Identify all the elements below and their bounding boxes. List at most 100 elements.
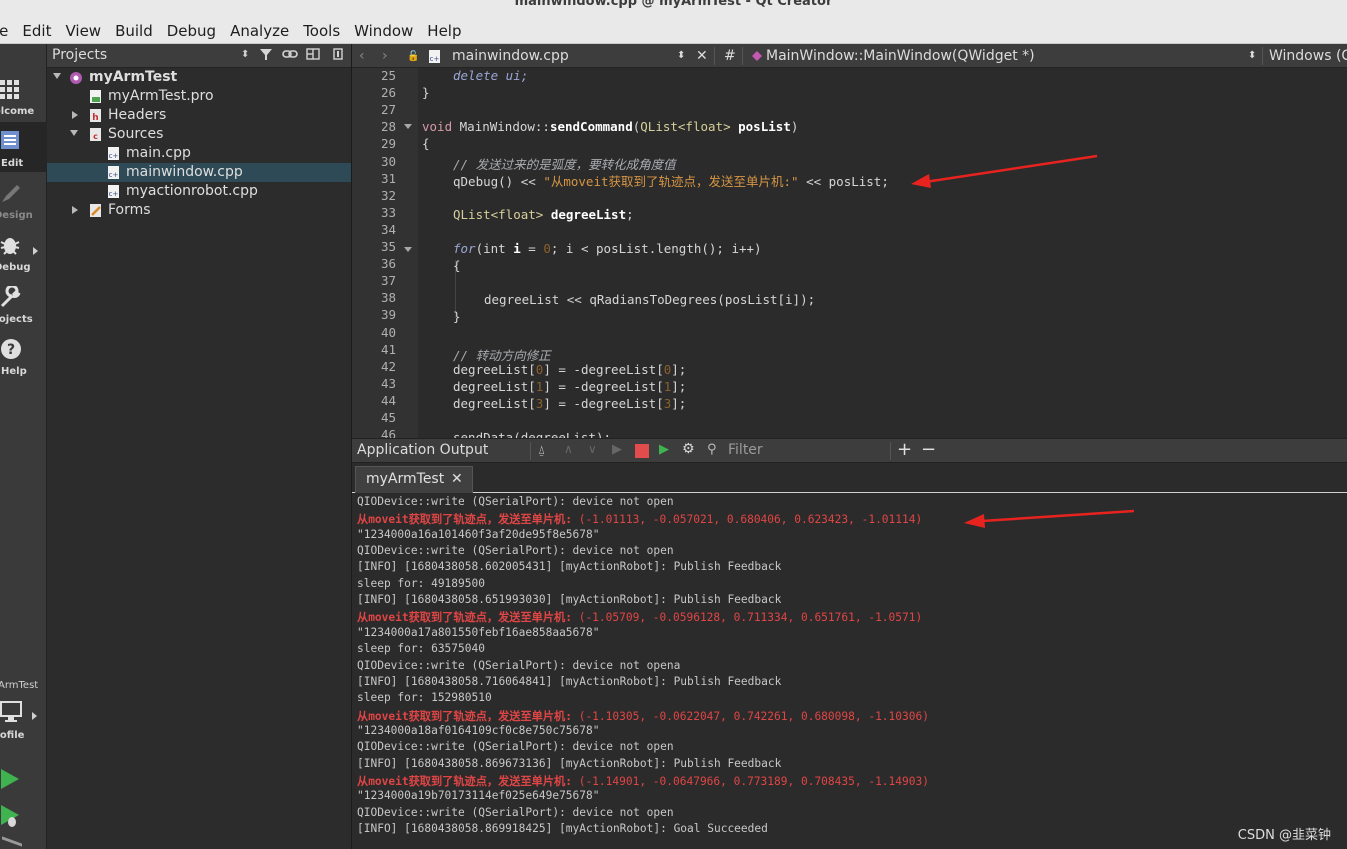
tree-item-mainwindow-cpp[interactable]: c+ mainwindow.cpp <box>47 163 351 182</box>
menu-help[interactable]: Help <box>427 22 461 40</box>
line-number: 36 <box>380 256 396 272</box>
close-pane-icon[interactable] <box>329 47 347 65</box>
output-line: 从moveit获取到了轨迹点，发送至单片机: (-1.01113, -0.057… <box>357 511 922 527</box>
code-token: i <box>513 241 521 256</box>
output-line-text: QIODevice::write (QSerialPort): device n… <box>357 740 674 754</box>
line-number: 31 <box>380 170 396 186</box>
monitor-icon[interactable] <box>0 700 24 724</box>
line-number: 42 <box>380 358 396 374</box>
tree-item-label: Forms <box>108 202 151 218</box>
run-icon[interactable] <box>0 768 20 790</box>
tree-item-forms[interactable]: Forms <box>47 201 351 220</box>
zoom-out-icon[interactable]: − <box>921 439 936 460</box>
pro-file-icon <box>90 90 101 103</box>
stop-icon[interactable] <box>635 444 649 458</box>
mode-debug[interactable]: Debug <box>0 226 47 276</box>
line-number: 35 <box>380 239 396 254</box>
code-token: ; <box>626 207 634 222</box>
output-line: "1234000a17a801550febf16ae858aa5678" <box>357 626 599 639</box>
menu-analyze[interactable]: Analyze <box>230 22 289 40</box>
code-token: degreeList <box>550 207 627 222</box>
line-number: 46 <box>380 427 396 438</box>
code-token: ]; <box>671 396 687 411</box>
current-file-name[interactable]: mainwindow.cpp <box>452 48 569 64</box>
close-document-icon[interactable]: ✕ <box>696 48 708 64</box>
prev-item-icon[interactable]: ∧ <box>564 442 573 456</box>
tree-item-myactionrobot-cpp[interactable]: c+ myactionrobot.cpp <box>47 182 351 201</box>
output-line-text: (-1.10305, -0.0622047, 0.742261, 0.68009… <box>571 709 929 723</box>
menu-tools[interactable]: Tools <box>303 22 340 40</box>
code-line: degreeList << qRadiansToDegrees(posList[… <box>484 292 816 307</box>
expand-arrow-icon[interactable] <box>72 206 78 214</box>
code-token: degreeList[ <box>453 379 536 394</box>
mode-edit[interactable]: Edit <box>0 122 47 172</box>
close-tab-icon[interactable]: ✕ <box>451 471 463 487</box>
nav-back-icon[interactable]: ‹ <box>359 48 365 64</box>
output-pane-title[interactable]: Application Output <box>357 442 488 458</box>
file-dropdown-icon[interactable]: ⬍ <box>677 50 685 61</box>
projects-title[interactable]: Projects <box>52 47 107 63</box>
settings-gear-icon[interactable]: ⚙ <box>682 441 695 457</box>
tree-item-main-cpp[interactable]: c+ main.cpp <box>47 144 351 163</box>
tree-item-sources[interactable]: c Sources <box>47 125 351 144</box>
code-token: ]; <box>671 362 687 377</box>
mode-design[interactable]: Design <box>0 174 47 224</box>
tree-item-headers[interactable]: h Headers <box>47 106 351 125</box>
output-line-prefix: 从moveit获取到了轨迹点，发送至单片机: <box>357 513 572 527</box>
fold-marker-icon[interactable] <box>404 247 412 252</box>
code-line: QList<float> degreeList; <box>453 207 634 222</box>
output-tab[interactable]: myArmTest ✕ <box>355 466 473 493</box>
nav-forward-icon[interactable]: › <box>382 48 388 64</box>
code-line: { <box>453 258 461 273</box>
cpp-file-icon: c+ <box>108 147 119 160</box>
rerun-icon[interactable]: ▶ <box>612 442 622 457</box>
code-token: ) <box>790 119 799 134</box>
code-token: = <box>520 241 544 256</box>
menu-window[interactable]: Window <box>354 22 413 40</box>
zoom-in-icon[interactable]: + <box>897 439 912 460</box>
next-item-icon[interactable]: ∨ <box>588 442 597 456</box>
code-token: << posList; <box>798 174 889 189</box>
application-output[interactable]: QIODevice::write (QSerialPort): device n… <box>352 494 1347 849</box>
sort-arrows-icon[interactable]: ⬍ <box>241 49 249 60</box>
menu-build[interactable]: Build <box>115 22 153 40</box>
menu-view[interactable]: View <box>65 22 101 40</box>
expand-arrow-icon[interactable] <box>70 130 78 136</box>
code-line: } <box>422 85 430 100</box>
build-icon[interactable] <box>2 836 22 849</box>
menu-debug[interactable]: Debug <box>167 22 216 40</box>
tree-item-project[interactable]: myArmTest <box>47 68 351 87</box>
mode-welcome[interactable]: elcome <box>0 70 47 120</box>
attach-icon[interactable]: ⍙ <box>538 443 545 458</box>
line-number: 32 <box>380 187 396 203</box>
tree-item-pro-file[interactable]: myArmTest.pro <box>47 87 351 106</box>
kit-selector-label[interactable]: ArmTest <box>0 680 38 691</box>
code-token: (int <box>475 241 514 256</box>
mode-projects[interactable]: rojects <box>0 278 47 328</box>
code-editor[interactable]: 25 26 27 28 29 30 31 32 33 34 35 36 37 38 39 40 41 42 43 44… <box>352 68 1347 438</box>
wrench-icon <box>0 286 21 308</box>
filter-icon[interactable] <box>257 47 275 65</box>
fold-marker-icon[interactable] <box>404 124 412 129</box>
split-icon[interactable] <box>305 47 323 65</box>
output-line: QIODevice::write (QSerialPort): device n… <box>357 544 674 557</box>
output-line-text: "1234000a19b70173114ef025e649e75678" <box>357 789 600 803</box>
mode-help[interactable]: ? Help <box>0 330 47 380</box>
menu-file[interactable]: le <box>0 22 8 40</box>
filter-input[interactable]: Filter <box>728 442 763 458</box>
tree-item-label: Headers <box>108 107 167 123</box>
output-line-text: "1234000a17a801550febf16ae858aa5678" <box>357 625 600 639</box>
current-symbol[interactable]: MainWindow::MainWindow(QWidget *) <box>766 48 1035 64</box>
line-ending-selector[interactable]: Windows (C <box>1269 48 1347 64</box>
link-icon[interactable] <box>281 47 299 65</box>
expand-arrow-icon[interactable] <box>72 111 78 119</box>
code-line: } <box>453 309 461 324</box>
output-line-text: QIODevice::write (QSerialPort): device n… <box>357 544 674 558</box>
menu-edit[interactable]: Edit <box>22 22 51 40</box>
code-token: ; i < posList.length(); i++) <box>550 241 762 256</box>
debug-run-icon[interactable] <box>0 804 22 828</box>
svg-text:?: ? <box>7 342 15 358</box>
symbol-dropdown-icon[interactable]: ⬍ <box>1248 50 1256 61</box>
debug-rerun-icon[interactable]: ▶ <box>659 442 669 457</box>
expand-arrow-icon[interactable] <box>53 73 61 79</box>
